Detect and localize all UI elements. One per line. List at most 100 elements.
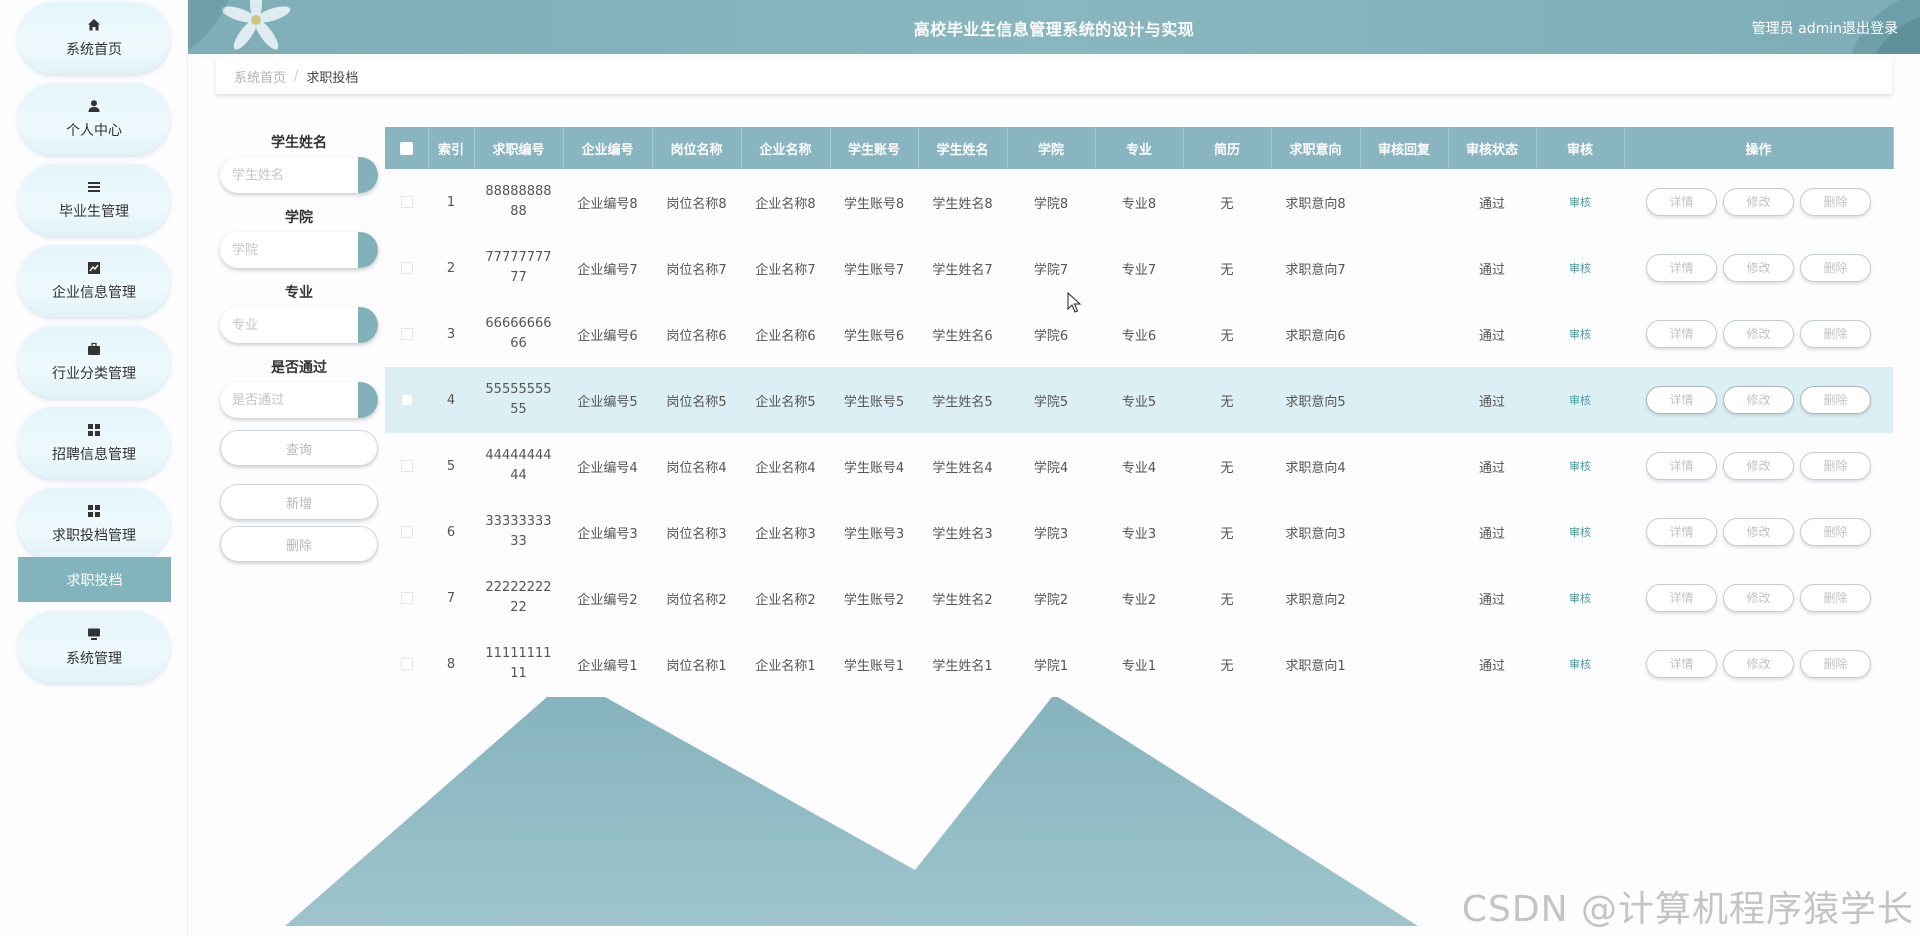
delete-button[interactable]: 删除 xyxy=(1800,320,1871,348)
delete-button[interactable]: 删除 xyxy=(1800,518,1871,546)
sidebar-item-companies[interactable]: 企业信息管理 xyxy=(18,245,170,317)
column-header[interactable]: 企业名称 xyxy=(741,127,831,169)
detail-button[interactable]: 详情 xyxy=(1646,584,1717,612)
row-checkbox[interactable] xyxy=(400,196,413,208)
table-row[interactable]: 6 3333333333 企业编号3 岗位名称3 企业名称3 学生账号3 学生姓名3 学院3 专… xyxy=(385,499,1893,565)
sidebar-item-recruitment[interactable]: 招聘信息管理 xyxy=(18,407,170,479)
sidebar-item-industry[interactable]: 行业分类管理 xyxy=(18,326,170,398)
add-button[interactable]: 新增 xyxy=(220,484,378,520)
cell-reply xyxy=(1360,499,1448,565)
sidebar-item-system[interactable]: 系统管理 xyxy=(18,611,170,683)
table-row[interactable]: 4 5555555555 企业编号5 岗位名称5 企业名称5 学生账号5 学生姓名5 学院5 专… xyxy=(385,367,1893,433)
column-header[interactable]: 学生账号 xyxy=(830,127,919,169)
audit-link[interactable]: 审核 xyxy=(1569,658,1591,671)
detail-button[interactable]: 详情 xyxy=(1646,254,1717,282)
row-checkbox[interactable] xyxy=(400,460,413,472)
sidebar: 系统首页 个人中心 毕业生管理 企业信息管理 行业分类管理 招聘信息管理 求职投… xyxy=(0,0,188,936)
column-header[interactable]: 简历 xyxy=(1183,127,1272,169)
cell-status: 通过 xyxy=(1478,328,1505,344)
college-input[interactable] xyxy=(220,232,348,268)
table-row[interactable]: 1 8888888888 企业编号8 岗位名称8 企业名称8 学生账号8 学生姓名8 学院8 专… xyxy=(385,169,1893,235)
delete-button[interactable]: 删除 xyxy=(1800,650,1871,678)
audit-link[interactable]: 审核 xyxy=(1569,592,1591,605)
audit-cell: 审核 xyxy=(1536,631,1624,697)
passed-select[interactable] xyxy=(220,382,348,418)
audit-link[interactable]: 审核 xyxy=(1569,328,1591,341)
delete-button[interactable]: 删除 xyxy=(1800,452,1871,480)
cell-apply-no: 8888888888 xyxy=(485,184,552,219)
detail-button[interactable]: 详情 xyxy=(1646,386,1717,414)
table-row[interactable]: 8 1111111111 企业编号1 岗位名称1 企业名称1 学生账号1 学生姓名1 学院1 专… xyxy=(385,631,1893,697)
batch-delete-button[interactable]: 删除 xyxy=(220,526,378,562)
row-checkbox[interactable] xyxy=(400,658,413,670)
column-header[interactable]: 学院 xyxy=(1007,127,1096,169)
delete-button[interactable]: 删除 xyxy=(1800,386,1871,414)
audit-link[interactable]: 审核 xyxy=(1569,262,1591,275)
column-header[interactable]: 审核 xyxy=(1536,127,1625,169)
edit-button[interactable]: 修改 xyxy=(1723,650,1794,678)
breadcrumb-home[interactable]: 系统首页 xyxy=(234,67,286,86)
row-checkbox[interactable] xyxy=(400,262,413,274)
column-header[interactable]: 专业 xyxy=(1095,127,1184,169)
sidebar-item-profile[interactable]: 个人中心 xyxy=(18,83,170,155)
column-header[interactable]: 学生姓名 xyxy=(918,127,1008,169)
table-row[interactable]: 7 2222222222 企业编号2 岗位名称2 企业名称2 学生账号2 学生姓名2 学院2 专… xyxy=(385,565,1893,631)
edit-button[interactable]: 修改 xyxy=(1723,584,1794,612)
student-name-field xyxy=(220,157,378,193)
student-name-input[interactable] xyxy=(220,157,348,193)
audit-link[interactable]: 审核 xyxy=(1569,460,1591,473)
column-header[interactable]: 求职意向 xyxy=(1271,127,1361,169)
select-all-checkbox[interactable] xyxy=(399,141,413,155)
column-header[interactable]: 求职编号 xyxy=(474,127,564,169)
current-user: 管理员 admin xyxy=(1751,21,1842,37)
actions-cell: 详情 修改 删除 xyxy=(1624,499,1893,565)
row-checkbox[interactable] xyxy=(400,394,413,406)
sidebar-item-home[interactable]: 系统首页 xyxy=(18,2,170,74)
college-label: 学院 xyxy=(285,210,313,226)
column-header[interactable]: 索引 xyxy=(428,127,475,169)
cell-intent: 求职意向4 xyxy=(1285,460,1346,476)
cell-account: 学生账号1 xyxy=(843,658,905,674)
delete-button[interactable]: 删除 xyxy=(1800,254,1871,282)
row-select-cell xyxy=(385,433,428,499)
grid-icon xyxy=(88,504,100,517)
audit-link[interactable]: 审核 xyxy=(1569,394,1591,407)
column-header[interactable]: 企业编号 xyxy=(563,127,653,169)
detail-button[interactable]: 详情 xyxy=(1646,452,1717,480)
edit-button[interactable]: 修改 xyxy=(1723,518,1794,546)
cell-name: 学生姓名8 xyxy=(932,196,993,212)
cell-company-no: 企业编号2 xyxy=(577,592,638,608)
delete-button[interactable]: 删除 xyxy=(1800,188,1871,216)
detail-button[interactable]: 详情 xyxy=(1646,188,1717,216)
detail-button[interactable]: 详情 xyxy=(1646,650,1717,678)
table-row[interactable]: 3 6666666666 企业编号6 岗位名称6 企业名称6 学生账号6 学生姓名6 学院6 专… xyxy=(385,301,1893,367)
logout-button[interactable]: 退出登录 xyxy=(1842,18,1898,38)
sidebar-item-graduates[interactable]: 毕业生管理 xyxy=(18,164,170,236)
delete-button[interactable]: 删除 xyxy=(1800,584,1871,612)
sidebar-item-applications[interactable]: 求职投档管理 xyxy=(18,488,170,560)
cell-major: 专业4 xyxy=(1121,460,1157,476)
edit-button[interactable]: 修改 xyxy=(1723,452,1794,480)
column-header[interactable]: 审核回复 xyxy=(1360,127,1449,169)
row-checkbox[interactable] xyxy=(400,526,413,538)
table-row[interactable]: 5 4444444444 企业编号4 岗位名称4 企业名称4 学生账号4 学生姓名4 学院4 专… xyxy=(385,433,1893,499)
edit-button[interactable]: 修改 xyxy=(1723,320,1794,348)
major-input[interactable] xyxy=(220,307,348,343)
query-button[interactable]: 查询 xyxy=(220,430,378,466)
column-header[interactable]: 岗位名称 xyxy=(652,127,742,169)
edit-button[interactable]: 修改 xyxy=(1723,254,1794,282)
audit-link[interactable]: 审核 xyxy=(1569,526,1591,539)
detail-button[interactable]: 详情 xyxy=(1646,518,1717,546)
table-row[interactable]: 2 7777777777 企业编号7 岗位名称7 企业名称7 学生账号7 学生姓名7 学院7 专… xyxy=(385,235,1893,301)
audit-link[interactable]: 审核 xyxy=(1569,196,1591,209)
edit-button[interactable]: 修改 xyxy=(1723,386,1794,414)
cell-status: 通过 xyxy=(1478,196,1505,212)
row-checkbox[interactable] xyxy=(400,328,413,340)
sidebar-subitem-applications[interactable]: 求职投档 xyxy=(18,557,171,602)
watermark: CSDN @计算机程序猿学长 xyxy=(1461,889,1914,930)
table-header-row: 索引 求职编号 企业编号 岗位名称 企业名称 学生账号 学生姓名 学院 专业 简… xyxy=(385,127,1894,169)
edit-button[interactable]: 修改 xyxy=(1723,188,1794,216)
row-checkbox[interactable] xyxy=(400,592,413,604)
detail-button[interactable]: 详情 xyxy=(1646,320,1717,348)
column-header[interactable]: 审核状态 xyxy=(1448,127,1537,169)
